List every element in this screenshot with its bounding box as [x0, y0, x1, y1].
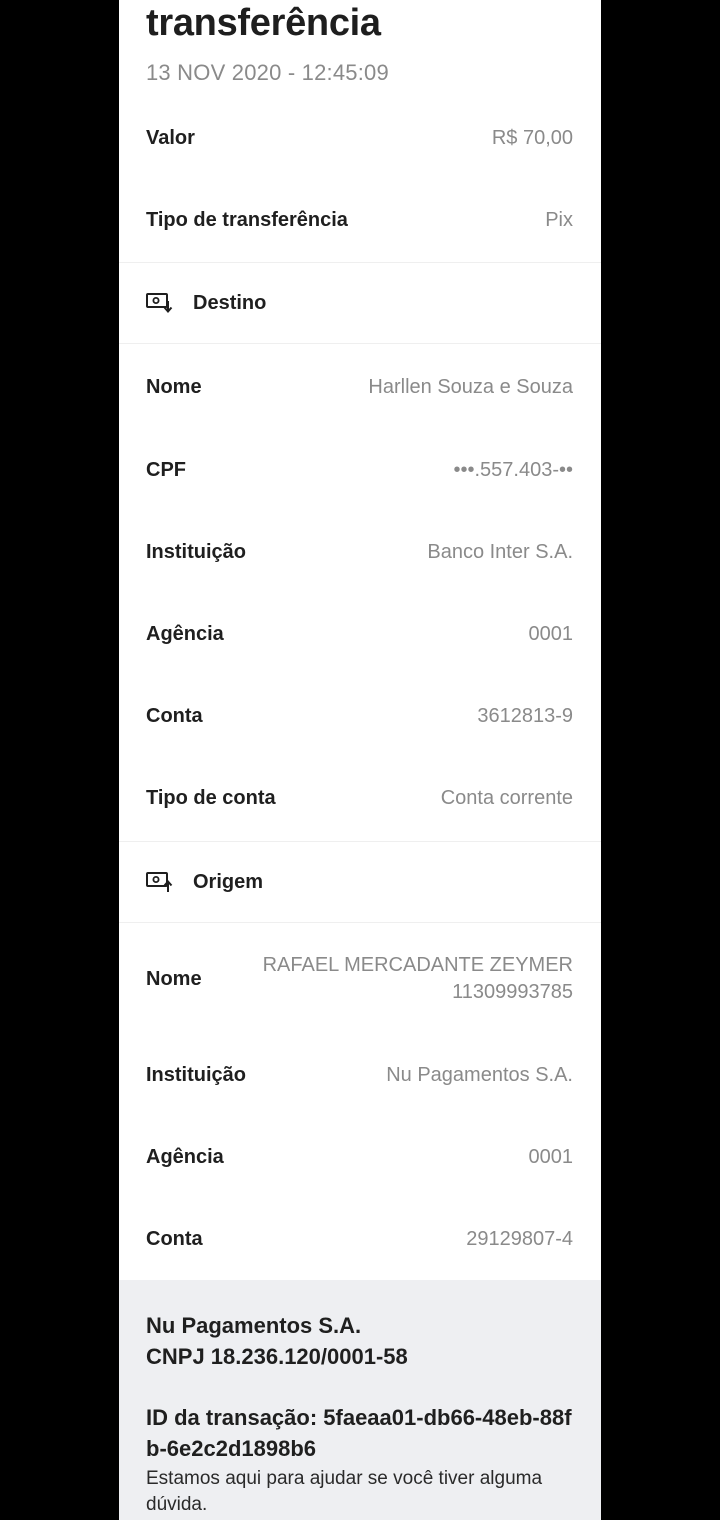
origin-name-row: Nome RAFAEL MERCADANTE ZEYMER 1130999378…	[119, 938, 601, 1020]
destination-account-type-row: Tipo de conta Conta corrente	[119, 757, 601, 839]
origin-name-value: RAFAEL MERCADANTE ZEYMER 11309993785	[263, 952, 573, 1006]
company-info: Nu Pagamentos S.A. CNPJ 18.236.120/0001-…	[146, 1310, 408, 1372]
origin-account-row: Conta 29129807-4	[119, 1198, 601, 1280]
destination-section-header: Destino	[119, 262, 601, 344]
receive-money-icon	[146, 292, 174, 314]
send-money-icon	[146, 871, 174, 893]
company-name: Nu Pagamentos S.A.	[146, 1313, 362, 1338]
destination-institution-label: Instituição	[146, 540, 247, 563]
origin-name-label: Nome	[146, 967, 202, 990]
destination-title: Destino	[193, 291, 267, 314]
origin-institution-row: Instituição Nu Pagamentos S.A.	[119, 1034, 601, 1116]
transfer-datetime: 13 NOV 2020 - 12:45:09	[146, 60, 389, 85]
destination-institution-row: Instituição Banco Inter S.A.	[119, 511, 601, 593]
origin-section-header: Origem	[119, 841, 601, 923]
amount-label: Valor	[146, 126, 195, 149]
destination-agency-label: Agência	[146, 622, 224, 645]
origin-agency-value: 0001	[528, 1145, 574, 1168]
origin-account-label: Conta	[146, 1227, 203, 1250]
origin-name-value-line1: RAFAEL MERCADANTE ZEYMER	[262, 954, 573, 976]
company-cnpj: CNPJ 18.236.120/0001-58	[146, 1344, 408, 1369]
transfer-type-value: Pix	[545, 208, 573, 231]
amount-value: R$ 70,00	[491, 126, 573, 149]
origin-account-value: 29129807-4	[466, 1227, 573, 1250]
transfer-receipt: transferência 13 NOV 2020 - 12:45:09 Val…	[119, 0, 601, 1520]
origin-title: Origem	[193, 870, 264, 893]
destination-cpf-row: CPF •••.557.403-••	[119, 429, 601, 511]
destination-name-row: Nome Harllen Souza e Souza	[119, 346, 601, 428]
destination-cpf-label: CPF	[146, 458, 186, 481]
origin-agency-row: Agência 0001	[119, 1116, 601, 1198]
origin-agency-label: Agência	[146, 1145, 224, 1168]
destination-institution-value: Banco Inter S.A.	[427, 540, 573, 563]
page-title: transferência	[146, 2, 381, 44]
origin-name-value-line2: 11309993785	[452, 981, 573, 1003]
transfer-type-label: Tipo de transferência	[146, 208, 348, 231]
destination-agency-value: 0001	[528, 622, 574, 645]
destination-cpf-value: •••.557.403-••	[453, 458, 573, 481]
amount-row: Valor R$ 70,00	[119, 97, 601, 179]
receipt-footer: Nu Pagamentos S.A. CNPJ 18.236.120/0001-…	[119, 1280, 601, 1520]
destination-account-label: Conta	[146, 704, 203, 727]
destination-account-type-label: Tipo de conta	[146, 786, 276, 809]
transaction-id: ID da transação: 5faeaa01-db66-48eb-88fb…	[146, 1405, 572, 1461]
destination-account-value: 3612813-9	[477, 704, 573, 727]
transfer-type-row: Tipo de transferência Pix	[119, 179, 601, 261]
destination-agency-row: Agência 0001	[119, 593, 601, 675]
origin-institution-value: Nu Pagamentos S.A.	[386, 1063, 573, 1086]
destination-account-row: Conta 3612813-9	[119, 675, 601, 757]
help-text: Estamos aqui para ajudar se você tiver a…	[146, 1468, 543, 1515]
destination-name-label: Nome	[146, 375, 202, 398]
destination-account-type-value: Conta corrente	[440, 786, 573, 809]
origin-institution-label: Instituição	[146, 1063, 247, 1086]
destination-name-value: Harllen Souza e Souza	[368, 375, 573, 398]
